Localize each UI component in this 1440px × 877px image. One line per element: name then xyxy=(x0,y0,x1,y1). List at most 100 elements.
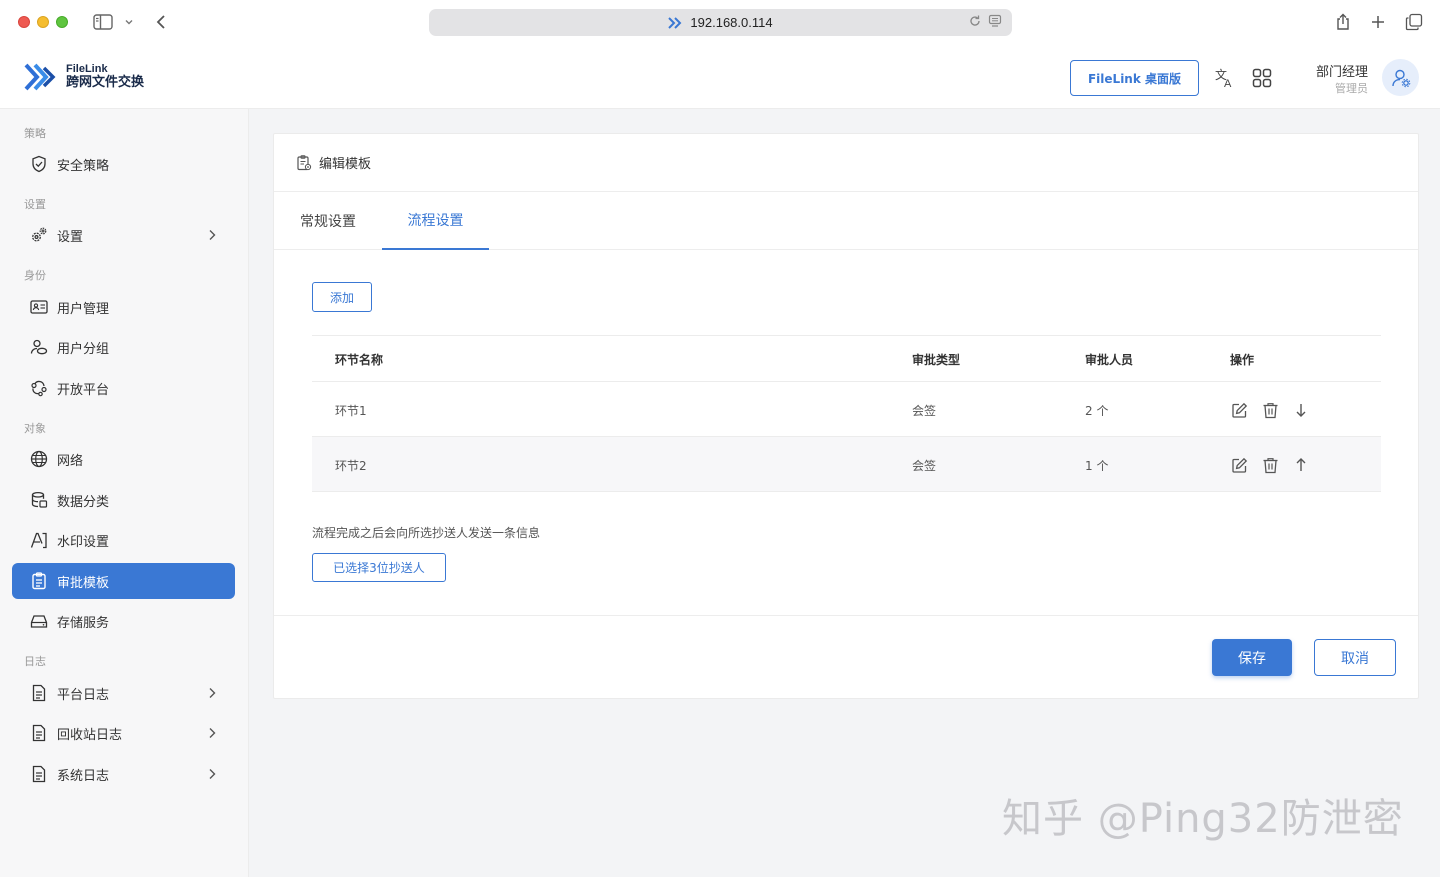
sidebar-item-label: 平台日志 xyxy=(57,687,110,703)
sidebar-toggle-icon[interactable] xyxy=(92,12,114,32)
globe-icon xyxy=(30,450,48,468)
section-label-settings: 设置 xyxy=(24,198,46,211)
browser-toolbar: 192.168.0.114 xyxy=(0,0,1440,45)
sidebar-item-approval-templates[interactable]: 审批模板 xyxy=(12,563,235,599)
document-icon xyxy=(30,724,48,742)
main-content: 编辑模板 常规设置 流程设置 添加 环节名称 审批类型 审批人员 操作 环节1 … xyxy=(249,109,1440,877)
card-header: 编辑模板 xyxy=(274,134,1418,192)
tab-bar: 常规设置 流程设置 xyxy=(274,192,1418,250)
sidebar-item-network[interactable]: 网络 xyxy=(12,441,235,477)
arrow-down-icon[interactable] xyxy=(1292,401,1310,419)
sidebar-item-label: 网络 xyxy=(57,453,84,469)
chevron-right-icon xyxy=(209,230,216,240)
sidebar-item-system-log[interactable]: 系统日志 xyxy=(12,756,235,792)
workflow-table: 环节名称 审批类型 审批人员 操作 环节1 会签 2 个 环节2 会签 1 个 xyxy=(312,335,1381,492)
window-close-button[interactable] xyxy=(18,16,30,28)
share-icon[interactable] xyxy=(1333,12,1353,32)
column-header-actions: 操作 xyxy=(1230,353,1255,367)
sidebar-item-storage-service[interactable]: 存储服务 xyxy=(12,603,235,639)
sidebar-item-recycle-log[interactable]: 回收站日志 xyxy=(12,715,235,751)
chevron-down-icon[interactable] xyxy=(122,12,136,32)
user-role: 管理员 xyxy=(1335,82,1368,95)
user-settings-icon xyxy=(1391,69,1410,87)
section-label-logs: 日志 xyxy=(24,655,46,668)
step-name: 环节2 xyxy=(335,459,367,473)
arrow-up-icon[interactable] xyxy=(1292,456,1310,474)
sidebar-item-label: 存储服务 xyxy=(57,615,110,631)
template-icon xyxy=(297,154,312,170)
cc-recipients-button[interactable]: 已选择3位抄送人 xyxy=(312,553,446,582)
edit-template-card: 编辑模板 常规设置 流程设置 添加 环节名称 审批类型 审批人员 操作 环节1 … xyxy=(273,133,1419,699)
gears-icon xyxy=(30,226,48,244)
filelink-logo-icon xyxy=(24,63,56,91)
sidebar-item-watermark-settings[interactable]: 水印设置 xyxy=(12,522,235,558)
approval-type: 会签 xyxy=(912,404,937,418)
platform-icon xyxy=(30,379,48,397)
tab-general-settings[interactable]: 常规设置 xyxy=(288,192,368,250)
sidebar-item-label: 用户分组 xyxy=(57,341,110,357)
approver-count: 2 个 xyxy=(1085,404,1109,418)
column-header-type: 审批类型 xyxy=(912,353,961,367)
brand-name-cn: 跨网文件交换 xyxy=(66,74,145,90)
section-label-objects: 对象 xyxy=(24,422,46,435)
table-row: 环节2 会签 1 个 xyxy=(312,437,1381,492)
new-tab-icon[interactable] xyxy=(1368,12,1388,32)
user-name: 部门经理 xyxy=(1315,65,1368,80)
add-button[interactable]: 添加 xyxy=(312,282,372,312)
sidebar-item-data-classification[interactable]: 数据分类 xyxy=(12,482,235,518)
sidebar-item-user-management[interactable]: 用户管理 xyxy=(12,289,235,325)
sidebar-item-user-groups[interactable]: 用户分组 xyxy=(12,329,235,365)
table-header: 环节名称 审批类型 审批人员 操作 xyxy=(312,335,1381,382)
document-icon xyxy=(30,684,48,702)
sidebar-item-settings[interactable]: 设置 xyxy=(12,217,235,253)
reader-icon[interactable] xyxy=(988,14,1002,28)
window-minimize-button[interactable] xyxy=(37,16,49,28)
watermark-icon xyxy=(30,531,48,549)
reload-icon[interactable] xyxy=(968,14,982,28)
desktop-version-button[interactable]: FileLink 桌面版 xyxy=(1070,60,1199,96)
translate-icon[interactable]: 文A xyxy=(1213,66,1237,90)
trash-icon[interactable] xyxy=(1261,456,1279,474)
sidebar-item-label: 设置 xyxy=(57,229,84,245)
avatar[interactable] xyxy=(1382,59,1419,96)
sidebar-item-open-platform[interactable]: 开放平台 xyxy=(12,370,235,406)
cancel-button[interactable]: 取消 xyxy=(1314,639,1396,676)
tab-workflow-settings[interactable]: 流程设置 xyxy=(382,192,489,250)
sidebar-item-label: 安全策略 xyxy=(57,158,110,174)
section-label-policy: 策略 xyxy=(24,127,46,140)
sidebar-item-security-policy[interactable]: 安全策略 xyxy=(12,146,235,182)
app-header: FileLink 跨网文件交换 FileLink 桌面版 文A 部门经理 管理员 xyxy=(0,45,1440,109)
section-label-identity: 身份 xyxy=(24,269,46,282)
sidebar: 策略 安全策略 设置 设置 身份 用户管理 用户分组 开放平台 对象 网络 数据… xyxy=(0,109,249,877)
column-header-name: 环节名称 xyxy=(335,353,384,367)
tab-overview-icon[interactable] xyxy=(1404,12,1424,32)
brand-logo[interactable]: FileLink 跨网文件交换 xyxy=(24,63,144,91)
table-row: 环节1 会签 2 个 xyxy=(312,382,1381,437)
window-zoom-button[interactable] xyxy=(56,16,68,28)
address-bar[interactable]: 192.168.0.114 xyxy=(429,9,1012,36)
sidebar-item-platform-log[interactable]: 平台日志 xyxy=(12,675,235,711)
back-arrow-icon[interactable] xyxy=(152,12,170,32)
hard-drive-icon xyxy=(30,612,48,630)
database-icon xyxy=(30,491,48,509)
divider xyxy=(274,615,1418,616)
edit-icon[interactable] xyxy=(1230,401,1248,419)
chevron-right-icon xyxy=(209,728,216,738)
clipboard-icon xyxy=(30,572,48,590)
sidebar-item-label: 数据分类 xyxy=(57,494,110,510)
sidebar-item-label: 开放平台 xyxy=(57,382,110,398)
watermark-text: 知乎 @Ping32防泄密 xyxy=(1002,796,1404,842)
cc-note: 流程完成之后会向所选抄送人发送一条信息 xyxy=(312,526,541,540)
chevron-right-icon xyxy=(209,688,216,698)
save-button[interactable]: 保存 xyxy=(1212,639,1292,676)
id-card-icon xyxy=(30,298,48,316)
apps-grid-icon[interactable] xyxy=(1250,66,1274,90)
column-header-approvers: 审批人员 xyxy=(1085,353,1134,367)
sidebar-item-label: 回收站日志 xyxy=(57,727,123,743)
page-title: 编辑模板 xyxy=(319,157,372,172)
step-name: 环节1 xyxy=(335,404,367,418)
users-icon xyxy=(30,338,48,356)
edit-icon[interactable] xyxy=(1230,456,1248,474)
sidebar-item-label: 用户管理 xyxy=(57,301,110,317)
trash-icon[interactable] xyxy=(1261,401,1279,419)
